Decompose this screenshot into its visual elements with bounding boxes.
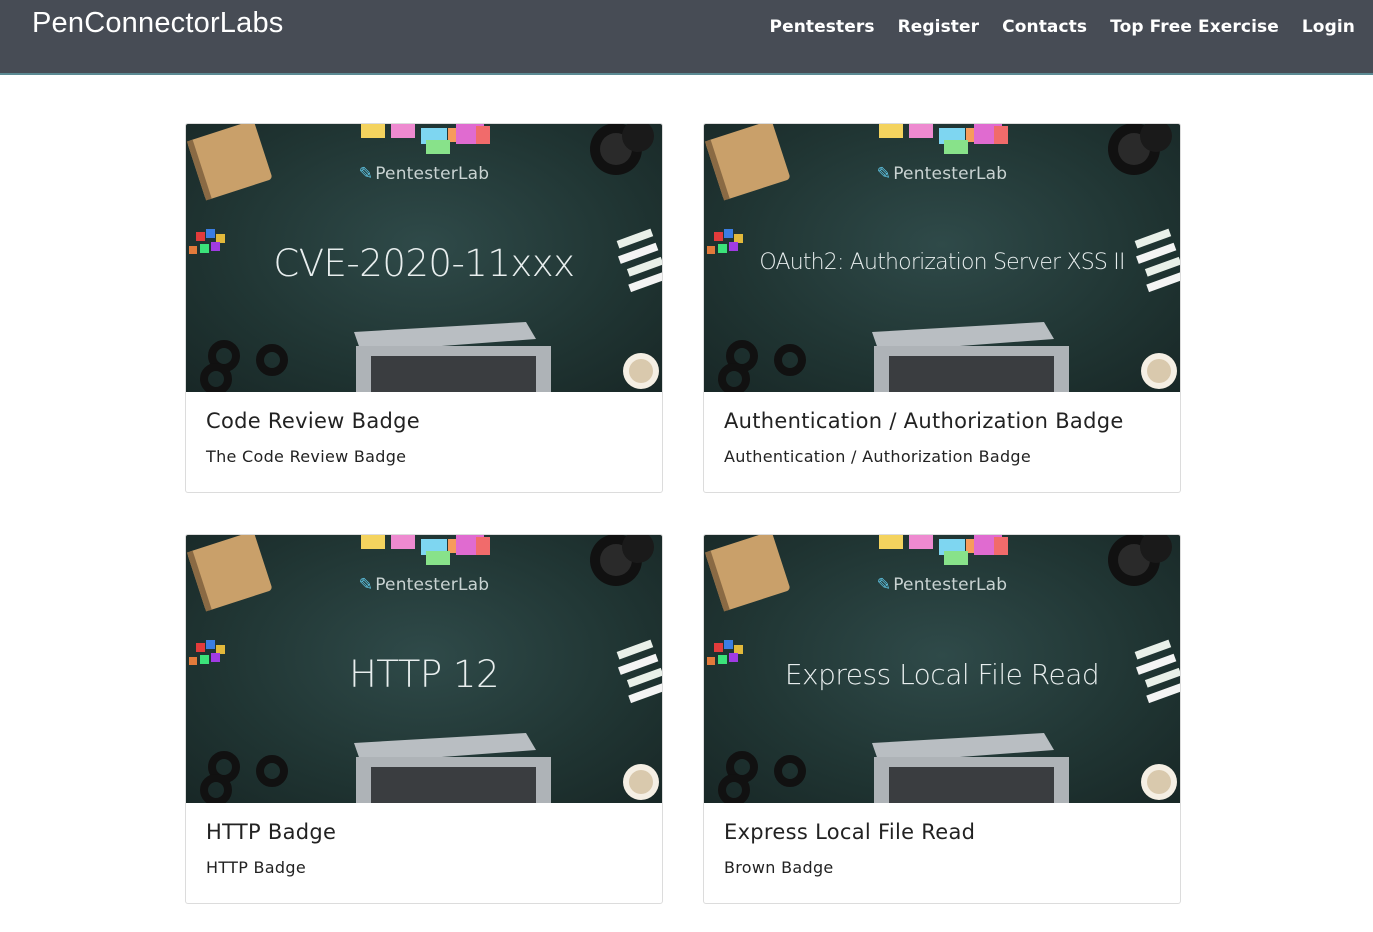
nav-link-login[interactable]: Login [1302, 17, 1355, 37]
card-image-logo: PentesterLab [375, 164, 490, 184]
nav-link-register[interactable]: Register [898, 17, 980, 37]
card-image-title: OAuth2: Authorization Server XSS II [759, 250, 1125, 275]
card-title[interactable]: Express Local File Read [724, 820, 975, 844]
card-body: Authentication / Authorization Badge Aut… [724, 409, 1124, 466]
card-image[interactable]: ✎ PentesterLab Express Local File Read [704, 535, 1180, 803]
brand-link[interactable]: PenConnectorLabs [32, 7, 283, 40]
exercise-card[interactable]: ✎ PentesterLab CVE-2020-11xxx Code Review… [185, 123, 663, 493]
card-image-title: CVE-2020-11xxx [273, 242, 575, 285]
card-image[interactable]: ✎ PentesterLab CVE-2020-11xxx [186, 124, 662, 392]
card-image-logo: PentesterLab [893, 164, 1008, 184]
card-title[interactable]: Code Review Badge [206, 409, 420, 433]
card-title[interactable]: Authentication / Authorization Badge [724, 409, 1124, 433]
card-image-title: Express Local File Read [784, 658, 1100, 691]
nav-link-contacts[interactable]: Contacts [1002, 17, 1087, 37]
card-text: The Code Review Badge [206, 447, 407, 466]
card-image-logo: PentesterLab [375, 575, 490, 595]
nav-link-top-free-exercise[interactable]: Top Free Exercise [1110, 17, 1279, 37]
exercise-card[interactable]: ✎ PentesterLab OAuth2: Authorization Serv… [703, 123, 1181, 493]
card-image[interactable]: ✎ PentesterLab HTTP 12 [186, 535, 662, 803]
exercise-card[interactable]: ✎ PentesterLab Express Local File Read Ex… [703, 534, 1181, 904]
pentesterlab-logo-icon: ✎ [358, 575, 374, 595]
card-text: Brown Badge [724, 858, 834, 877]
pentesterlab-logo-icon: ✎ [876, 164, 892, 184]
nav-link-pentesters[interactable]: Pentesters [770, 17, 875, 37]
card-body: Express Local File Read Brown Badge [724, 820, 975, 877]
card-body: Code Review Badge The Code Review Badge [206, 409, 420, 466]
pentesterlab-logo-icon: ✎ [358, 164, 374, 184]
navbar: PenConnectorLabs Pentesters Register Con… [0, 0, 1373, 75]
card-body: HTTP Badge HTTP Badge [206, 820, 336, 877]
nav-links: Pentesters Register Contacts Top Free Ex… [770, 17, 1355, 37]
card-title[interactable]: HTTP Badge [206, 820, 336, 844]
pentesterlab-logo-icon: ✎ [876, 575, 892, 595]
card-image-logo: PentesterLab [893, 575, 1008, 595]
card-text: Authentication / Authorization Badge [724, 447, 1032, 466]
card-image-title: HTTP 12 [348, 653, 500, 696]
exercise-card[interactable]: ✎ PentesterLab HTTP 12 HTTP Badge HTTP Ba… [185, 534, 663, 904]
card-text: HTTP Badge [206, 858, 306, 877]
card-image[interactable]: ✎ PentesterLab OAuth2: Authorization Serv… [704, 124, 1180, 392]
